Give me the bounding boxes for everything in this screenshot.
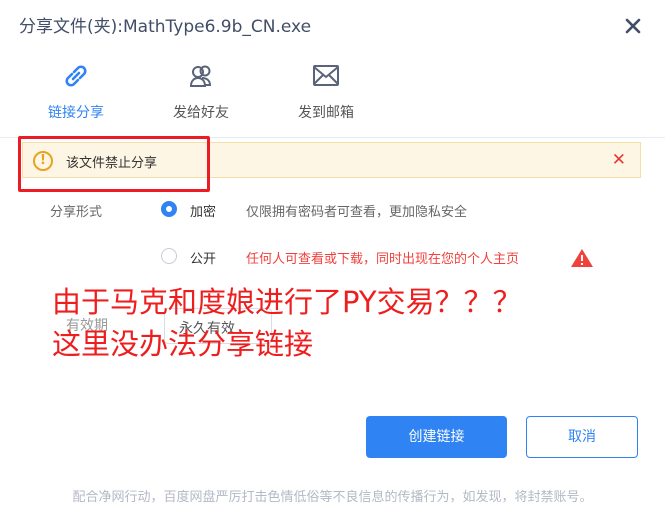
tab-send-friend[interactable]: 发给好友 [163, 60, 239, 138]
option-encrypted-label[interactable]: 加密 [190, 201, 216, 220]
tab-label: 发给好友 [173, 105, 229, 121]
share-dialog: 分享文件(夹):MathType6.9b_CN.exe 链接分享 发给好友 发到… [0, 0, 665, 516]
tab-label: 链接分享 [48, 105, 104, 121]
option-public-desc: 任何人可查看或下载，同时出现在您的个人主页 [246, 252, 520, 267]
footer-notice: 配合净网行动，百度网盘严厉打击色情低俗等不良信息的传播行为，如发现，将封禁账号。 [72, 490, 593, 505]
radio-public[interactable] [161, 248, 177, 264]
dialog-title: 分享文件(夹):MathType6.9b_CN.exe [19, 17, 312, 37]
tab-send-email[interactable]: 发到邮箱 [288, 60, 364, 138]
annotation-text-line2: 这里没办法分享链接 [52, 327, 314, 361]
close-icon[interactable] [622, 15, 644, 37]
link-icon [65, 65, 87, 87]
tab-link-share[interactable]: 链接分享 [38, 60, 114, 138]
mail-icon [313, 65, 339, 86]
annotation-highlight-box [18, 136, 210, 192]
warning-triangle-icon [571, 249, 593, 267]
annotation-text-line1: 由于马克和度娘进行了PY交易？？？ [52, 285, 522, 319]
share-tabs: 链接分享 发给好友 发到邮箱 [0, 60, 665, 138]
tab-label: 发到邮箱 [298, 105, 354, 121]
friends-icon [189, 65, 212, 87]
radio-encrypted[interactable] [161, 201, 177, 217]
dismiss-warning-icon[interactable]: ✕ [612, 150, 626, 170]
share-form-label: 分享形式 [50, 205, 103, 220]
cancel-button[interactable]: 取消 [526, 416, 638, 458]
create-link-button[interactable]: 创建链接 [366, 416, 507, 458]
option-public-label[interactable]: 公开 [190, 248, 216, 267]
option-encrypted-desc: 仅限拥有密码者可查看，更加隐私安全 [246, 205, 468, 220]
